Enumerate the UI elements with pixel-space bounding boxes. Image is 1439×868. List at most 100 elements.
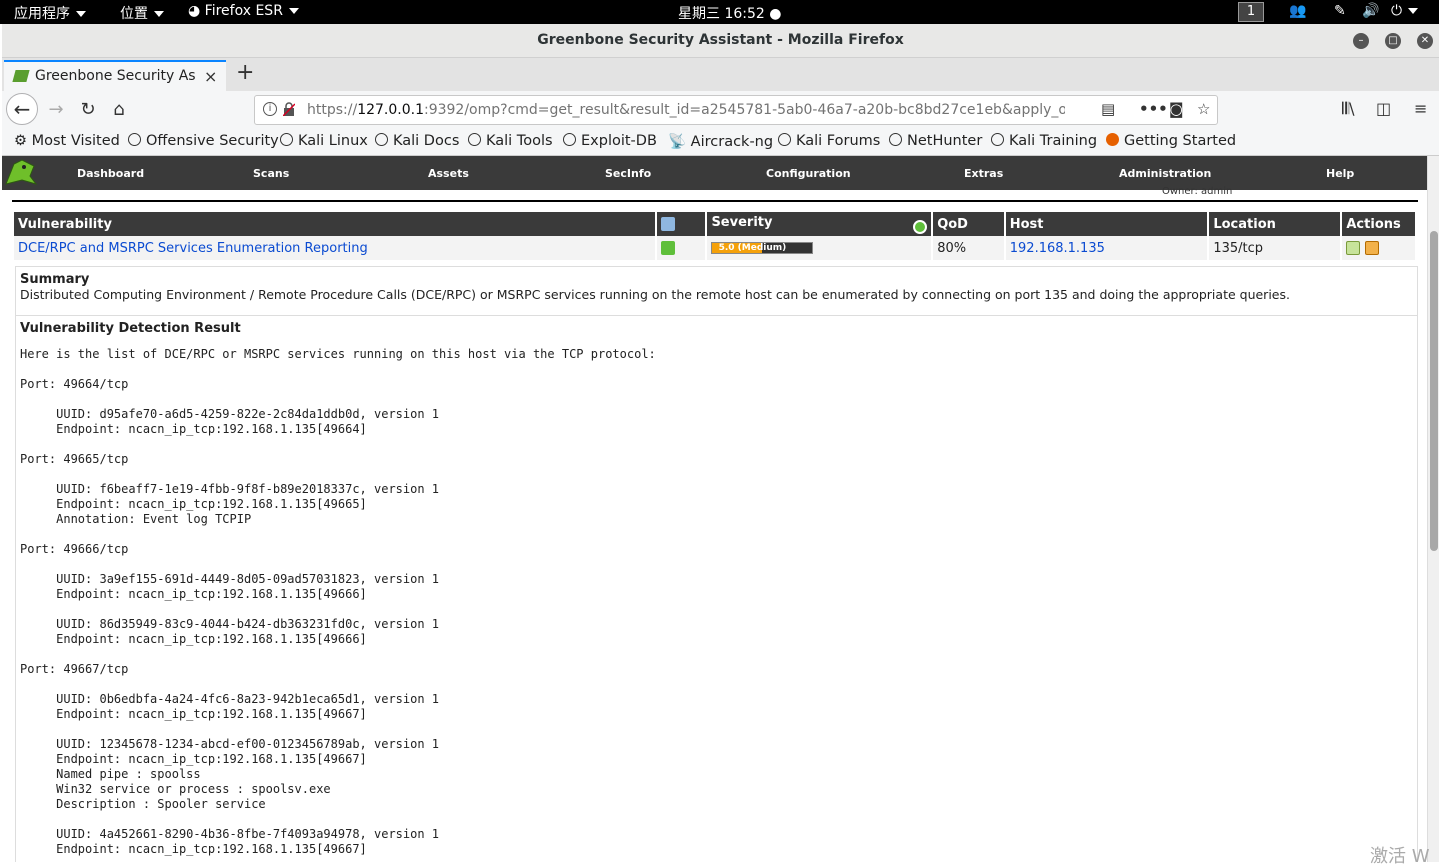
volume-icon[interactable]: 🔊 — [1362, 3, 1379, 19]
bookmark-most-visited[interactable]: ⚙ Most Visited — [14, 133, 120, 149]
bookmark-kali-forums[interactable]: Kali Forums — [778, 133, 880, 149]
chevron-down-icon — [1408, 8, 1419, 14]
bookmark-exploit-db[interactable]: Exploit-DB — [563, 133, 657, 149]
cell-host: 192.168.1.135 — [1005, 236, 1208, 260]
reload-button[interactable]: ↻ — [74, 96, 102, 124]
nav-secinfo[interactable]: SecInfo — [605, 167, 651, 180]
bookmark-getting-started[interactable]: Getting Started — [1106, 133, 1236, 149]
info-icon[interactable]: i — [263, 102, 277, 116]
cell-qod: 80% — [933, 236, 1004, 260]
nav-extras[interactable]: Extras — [964, 167, 1003, 180]
header-host[interactable]: Host — [1005, 212, 1208, 236]
cell-solution-type — [657, 236, 706, 260]
nav-dashboard[interactable]: Dashboard — [77, 167, 144, 180]
new-tab-button[interactable]: + — [236, 60, 254, 85]
greenbone-favicon-icon — [12, 70, 30, 82]
bookmark-kali-docs[interactable]: Kali Docs — [375, 133, 459, 149]
power-menu[interactable]: ⏻ — [1391, 3, 1419, 19]
header-solution-type[interactable] — [657, 212, 706, 236]
owner-label: Owner: admin — [1162, 186, 1233, 197]
applications-menu-label: 应用程序 — [14, 6, 70, 22]
bookmark-kali-training[interactable]: Kali Training — [991, 133, 1097, 149]
applications-menu[interactable]: 应用程序 — [14, 3, 86, 23]
bookmark-nethunter[interactable]: NetHunter — [889, 133, 982, 149]
window-titlebar: Greenbone Security Assistant - Mozilla F… — [2, 24, 1439, 58]
bookmark-label: Kali Linux — [298, 133, 368, 149]
detection-result-heading: Vulnerability Detection Result — [20, 321, 241, 336]
home-button[interactable]: ⌂ — [105, 96, 133, 124]
url-text[interactable]: https://127.0.0.1:9392/omp?cmd=get_resul… — [307, 102, 1065, 118]
bookmark-label: Most Visited — [31, 133, 120, 149]
header-severity[interactable]: Severity — [707, 212, 932, 236]
vendor-fix-icon — [661, 241, 676, 255]
detection-result-text: Here is the list of DCE/RPC or MSRPC ser… — [20, 347, 656, 856]
url-bar[interactable]: i https://127.0.0.1:9392/omp?cmd=get_res… — [254, 95, 1218, 125]
insecure-lock-icon[interactable] — [283, 102, 295, 116]
cell-vulnerability: DCE/RPC and MSRPC Services Enumeration R… — [14, 236, 656, 260]
chevron-down-icon — [154, 11, 164, 17]
bookmark-kali-linux[interactable]: Kali Linux — [280, 133, 368, 149]
minimize-button[interactable]: – — [1353, 33, 1369, 49]
scrollbar-thumb[interactable] — [1430, 231, 1438, 551]
bookmark-kali-tools[interactable]: Kali Tools — [468, 133, 553, 149]
header-location[interactable]: Location — [1209, 212, 1341, 236]
forward-button[interactable]: → — [42, 96, 70, 124]
back-button[interactable]: ← — [6, 93, 38, 125]
header-vulnerability[interactable]: Vulnerability — [14, 212, 656, 236]
globe-icon — [991, 133, 1004, 146]
add-note-icon[interactable] — [1346, 241, 1361, 255]
nav-help[interactable]: Help — [1326, 167, 1354, 180]
section-divider — [12, 200, 1418, 202]
nav-assets[interactable]: Assets — [428, 167, 469, 180]
tab-greenbone[interactable]: Greenbone Security Assi × — [4, 60, 226, 91]
clock[interactable]: 星期三 16:52 ● — [678, 3, 781, 23]
tab-close-button[interactable]: × — [204, 67, 217, 86]
navigation-toolbar: ← → ↻ ⌂ i https://127.0.0.1:9392/omp?cmd… — [2, 91, 1439, 129]
firefox-app-menu[interactable]: ◕ Firefox ESR — [188, 3, 299, 19]
host-link[interactable]: 192.168.1.135 — [1010, 241, 1105, 256]
people-icon[interactable]: 👥 — [1289, 3, 1306, 19]
tab-title: Greenbone Security Assi — [35, 68, 195, 84]
url-scheme: https:// — [307, 102, 358, 118]
maximize-button[interactable]: □ — [1385, 33, 1401, 49]
refresh-severity-icon[interactable] — [913, 219, 928, 234]
greenbone-logo-icon[interactable] — [4, 158, 38, 188]
places-menu-label: 位置 — [120, 6, 148, 22]
globe-icon — [563, 133, 576, 146]
places-menu[interactable]: 位置 — [120, 3, 164, 23]
reader-view-icon[interactable]: ▤ — [1101, 100, 1115, 118]
nav-administration[interactable]: Administration — [1119, 167, 1211, 180]
sidebar-icon[interactable]: ◫ — [1376, 99, 1391, 118]
power-icon: ⏻ — [1391, 3, 1403, 19]
bookmark-star-icon[interactable]: ☆ — [1197, 100, 1210, 118]
globe-icon — [778, 133, 791, 146]
library-icon[interactable]: 𝄃𝄃\ — [1342, 99, 1355, 119]
nav-scans[interactable]: Scans — [253, 167, 289, 180]
page-scrollbar[interactable] — [1427, 156, 1439, 862]
bookmark-label: Kali Docs — [393, 133, 460, 149]
url-path: :9392/omp?cmd=get_result&result_id=a2545… — [423, 102, 1065, 118]
bookmark-label: Kali Training — [1009, 133, 1098, 149]
bookmark-label: Aircrack-ng — [690, 134, 774, 150]
close-window-button[interactable]: ✕ — [1417, 33, 1433, 49]
bookmark-aircrack-ng[interactable]: 📡 Aircrack-ng — [668, 133, 773, 150]
tools-icon[interactable]: ✎ — [1334, 3, 1346, 19]
add-override-icon[interactable] — [1364, 241, 1379, 255]
bookmark-label: Exploit-DB — [581, 133, 657, 149]
clock-label: 星期三 16:52 — [678, 6, 765, 22]
hamburger-menu-icon[interactable]: ≡ — [1414, 99, 1427, 118]
header-qod[interactable]: QoD — [933, 212, 1004, 236]
notification-dot-icon: ● — [769, 6, 782, 22]
vulnerability-link[interactable]: DCE/RPC and MSRPC Services Enumeration R… — [18, 241, 368, 256]
bookmark-offensive-security[interactable]: Offensive Security — [128, 133, 279, 149]
firefox-app-label: Firefox ESR — [204, 3, 283, 19]
window-title: Greenbone Security Assistant - Mozilla F… — [537, 32, 904, 48]
workspace-indicator[interactable]: 1 — [1238, 2, 1264, 22]
activation-watermark: 激活 W — [1370, 846, 1430, 867]
pocket-icon[interactable]: ◙ — [1169, 100, 1184, 118]
globe-icon — [280, 133, 293, 146]
nav-configuration[interactable]: Configuration — [766, 167, 851, 180]
cell-severity: 5.0 (Medium) — [707, 236, 932, 260]
page-actions-button[interactable]: ••• — [1139, 100, 1168, 118]
url-host: 127.0.0.1 — [357, 102, 424, 118]
